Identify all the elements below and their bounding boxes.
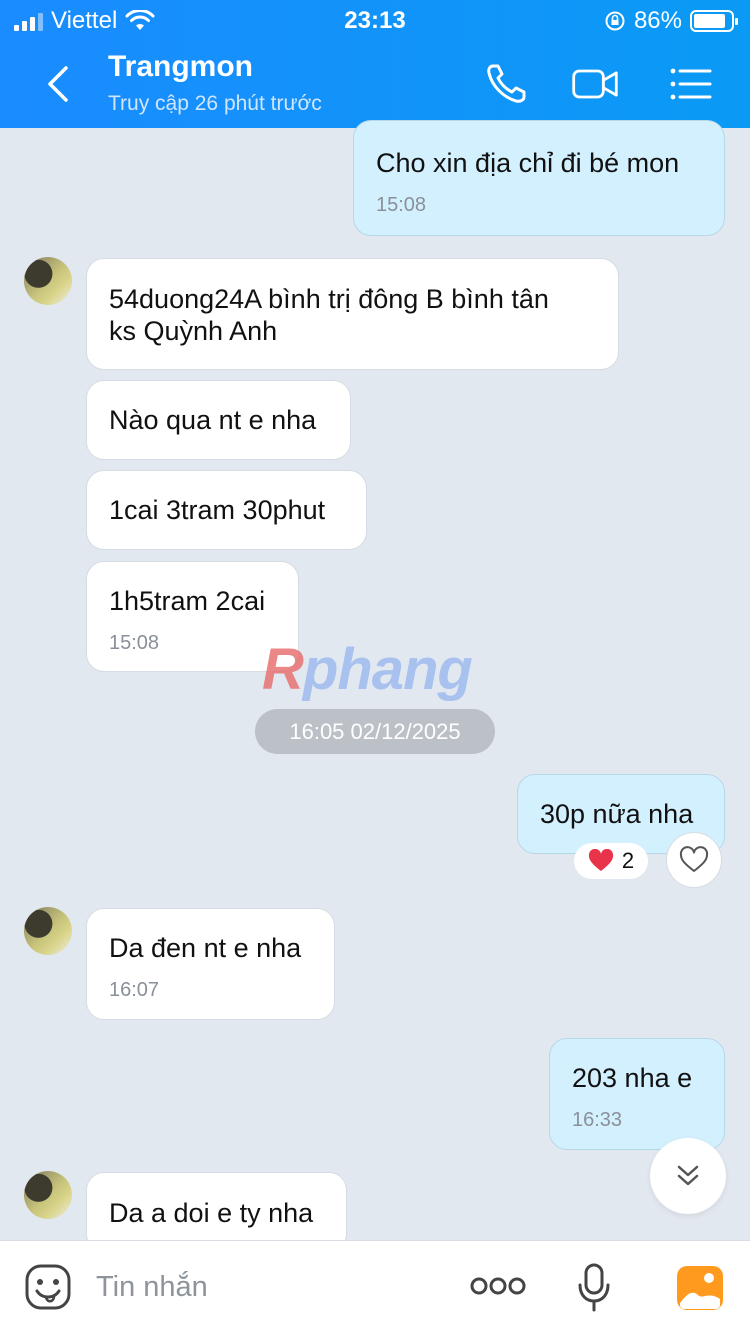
battery-icon <box>690 10 738 32</box>
message-incoming[interactable]: 54duong24A bình trị đông B bình tân ks Q… <box>86 258 619 370</box>
message-time: 15:08 <box>109 632 160 654</box>
message-text: 1cai 3tram 30phut <box>109 495 326 525</box>
video-call-icon[interactable] <box>570 60 620 108</box>
menu-list-icon[interactable] <box>666 60 716 108</box>
message-incoming[interactable]: Da đen nt e nha 16:07 <box>86 908 335 1020</box>
message-text: Cho xin địa chỉ đi bé mon <box>376 148 680 178</box>
heart-outline-icon <box>679 846 709 872</box>
message-incoming[interactable]: 1cai 3tram 30phut <box>86 470 367 550</box>
chat-header: Viettel 23:13 86% Trangmon Truy cập 26 p… <box>0 0 750 128</box>
reaction-badge[interactable]: 2 <box>574 843 648 879</box>
gallery-icon[interactable] <box>676 1265 724 1311</box>
status-bar: Viettel 23:13 86% <box>0 0 750 40</box>
message-input[interactable]: Tin nhắn <box>96 1271 208 1304</box>
message-outgoing[interactable]: 203 nha e 16:33 <box>549 1038 725 1150</box>
message-text: 1h5tram 2cai <box>109 586 266 616</box>
battery-percent: 86% <box>633 7 682 34</box>
message-text: Da a doi e ty nha <box>109 1198 314 1228</box>
last-seen-status: Truy cập 26 phút trước <box>108 92 322 115</box>
date-separator: 16:05 02/12/2025 <box>255 709 495 754</box>
battery-fill <box>694 14 725 28</box>
message-incoming[interactable]: Nào qua nt e nha <box>86 380 351 460</box>
message-outgoing[interactable]: Cho xin địa chỉ đi bé mon 15:08 <box>353 120 725 236</box>
microphone-icon[interactable] <box>576 1263 612 1313</box>
reaction-count: 2 <box>621 848 635 873</box>
message-text: 203 nha e <box>572 1063 693 1093</box>
watermark-logo: Rphang <box>262 636 473 703</box>
phone-icon[interactable] <box>482 60 532 108</box>
heart-reaction-icon <box>588 849 613 871</box>
contact-name[interactable]: Trangmon <box>108 50 253 84</box>
message-text-line2: ks Quỳnh Anh <box>109 316 278 346</box>
scroll-to-bottom-button[interactable] <box>650 1138 726 1214</box>
message-time: 16:33 <box>572 1109 623 1131</box>
message-time: 16:07 <box>109 979 160 1001</box>
contact-avatar[interactable] <box>24 1171 72 1219</box>
emoji-icon[interactable] <box>24 1263 72 1311</box>
more-icon[interactable] <box>470 1275 526 1297</box>
back-icon[interactable] <box>40 62 80 106</box>
rotation-lock-icon <box>605 11 625 31</box>
message-text-line1: 54duong24A bình trị đông B bình tân <box>109 284 549 314</box>
message-text: Da đen nt e nha <box>109 933 302 963</box>
message-input-bar: Tin nhắn <box>0 1240 750 1334</box>
watermark-rest: phang <box>302 637 473 702</box>
message-time: 15:08 <box>376 194 427 216</box>
message-text: Nào qua nt e nha <box>109 405 317 435</box>
contact-avatar[interactable] <box>24 907 72 955</box>
status-right: 86% <box>604 7 738 35</box>
double-chevron-down-icon <box>677 1165 699 1186</box>
contact-avatar[interactable] <box>24 257 72 305</box>
react-heart-button[interactable] <box>666 832 722 888</box>
message-text: 30p nữa nha <box>540 799 694 829</box>
watermark-r: R <box>262 637 304 702</box>
